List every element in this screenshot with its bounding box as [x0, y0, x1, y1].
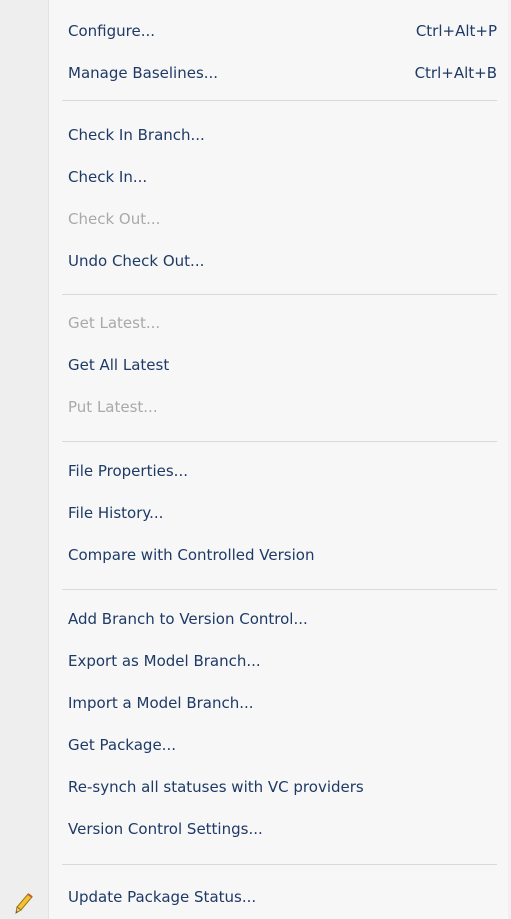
menu-item-undo-check-out[interactable]: Undo Check Out...: [48, 241, 503, 281]
menu-item-label: File Properties...: [68, 462, 188, 480]
menu-item-shortcut: Ctrl+Alt+B: [414, 64, 497, 82]
menu-item-manage-baselines[interactable]: Manage Baselines... Ctrl+Alt+B: [48, 53, 503, 93]
menu-item-label: Add Branch to Version Control...: [68, 610, 308, 628]
menu-separator: [62, 864, 497, 865]
menu-item-label: Import a Model Branch...: [68, 694, 254, 712]
menu-item-export-as-model-branch[interactable]: Export as Model Branch...: [48, 641, 503, 681]
menu-item-label: Check In...: [68, 168, 148, 186]
menu-item-label: File History...: [68, 504, 164, 522]
menu-icon-gutter: [0, 0, 49, 919]
menu-item-get-package[interactable]: Get Package...: [48, 725, 503, 765]
menu-separator: [62, 441, 497, 442]
menu-item-re-synch-all-statuses[interactable]: Re-synch all statuses with VC providers: [48, 767, 503, 807]
menu-item-compare-with-controlled-version[interactable]: Compare with Controlled Version: [48, 535, 503, 575]
menu-item-check-in[interactable]: Check In...: [48, 157, 503, 197]
menu-item-check-out: Check Out...: [48, 199, 503, 239]
menu-item-label: Re-synch all statuses with VC providers: [68, 778, 364, 796]
menu-item-file-properties[interactable]: File Properties...: [48, 451, 503, 491]
context-menu: Configure... Ctrl+Alt+P Manage Baselines…: [0, 0, 511, 919]
menu-item-configure[interactable]: Configure... Ctrl+Alt+P: [48, 11, 503, 51]
menu-item-update-package-status[interactable]: Update Package Status...: [48, 877, 503, 917]
menu-item-add-branch-to-version-control[interactable]: Add Branch to Version Control...: [48, 599, 503, 639]
menu-separator: [62, 294, 497, 295]
menu-item-label: Get Latest...: [68, 314, 161, 332]
menu-item-label: Configure...: [68, 22, 156, 40]
menu-item-get-latest: Get Latest...: [48, 303, 503, 343]
menu-item-label: Update Package Status...: [68, 888, 257, 906]
menu-item-shortcut: Ctrl+Alt+P: [415, 22, 497, 40]
menu-item-label: Check In Branch...: [68, 126, 205, 144]
menu-item-get-all-latest[interactable]: Get All Latest: [48, 345, 503, 385]
pencil-icon: [14, 893, 34, 915]
menu-item-file-history[interactable]: File History...: [48, 493, 503, 533]
menu-item-label: Get All Latest: [68, 356, 170, 374]
menu-item-label: Export as Model Branch...: [68, 652, 261, 670]
menu-item-check-in-branch[interactable]: Check In Branch...: [48, 115, 503, 155]
menu-separator: [62, 589, 497, 590]
menu-item-label: Manage Baselines...: [68, 64, 219, 82]
menu-item-label: Version Control Settings...: [68, 820, 263, 838]
menu-item-version-control-settings[interactable]: Version Control Settings...: [48, 809, 503, 849]
menu-item-label: Compare with Controlled Version: [68, 546, 315, 564]
menu-item-label: Get Package...: [68, 736, 176, 754]
menu-item-label: Undo Check Out...: [68, 252, 205, 270]
menu-item-put-latest: Put Latest...: [48, 387, 503, 427]
menu-item-label: Check Out...: [68, 210, 161, 228]
menu-separator: [62, 100, 497, 101]
menu-item-label: Put Latest...: [68, 398, 158, 416]
menu-item-import-a-model-branch[interactable]: Import a Model Branch...: [48, 683, 503, 723]
